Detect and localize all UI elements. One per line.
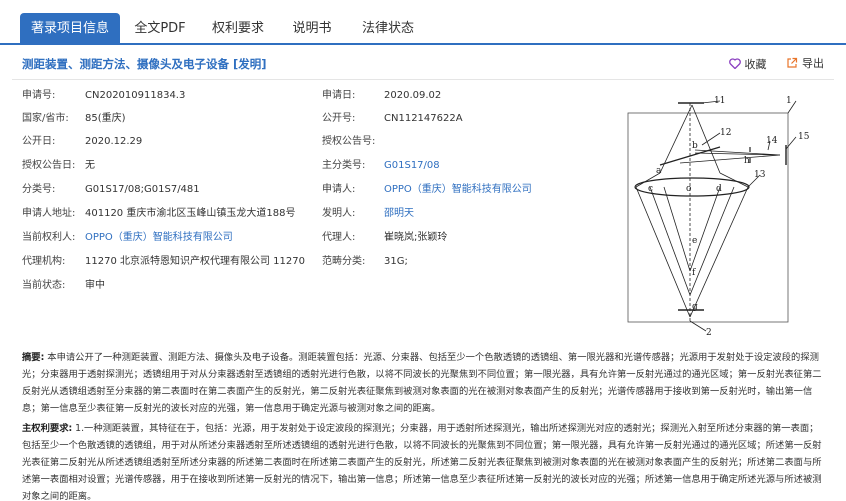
field-label: 授权公告号: (322, 136, 376, 147)
patent-title: 测距装置、测距方法、摄像头及电子设备 [发明] (22, 57, 267, 71)
tab-claims[interactable]: 权利要求 (200, 13, 276, 45)
figure-label: g (692, 302, 698, 312)
heart-icon (728, 58, 741, 69)
field-label: 当前状态: (22, 280, 66, 291)
field-label: 主分类号: (322, 160, 366, 171)
main-classification-link[interactable]: G01S17/08 (384, 156, 440, 176)
field-label: 公开日: (22, 136, 56, 147)
action-group: 收藏 导出 (713, 55, 824, 72)
abstract-text: 本申请公开了一种测距装置、测距方法、摄像头及电子设备。测距装置包括：光源、分束器… (22, 352, 822, 414)
figure-label: 12 (720, 128, 731, 138)
field-label: 国家/省市: (22, 113, 69, 124)
tab-bar: 著录项目信息 全文PDF 权利要求 说明书 法律状态 (0, 0, 846, 45)
tab-legal-status[interactable]: 法律状态 (350, 13, 426, 45)
figure-label: f (692, 268, 696, 278)
export-icon (787, 57, 798, 68)
field-label: 代理机构: (22, 256, 66, 267)
field-label: 当前权利人: (22, 232, 76, 243)
field-label: 申请日: (322, 90, 356, 101)
applicant-link[interactable]: OPPO（重庆）智能科技有限公司 (384, 180, 532, 200)
figure-label: b (692, 141, 698, 151)
main-claim-text: 1.一种测距装置，其特征在于，包括：光源，用于发射处于设定波段的探测光；分束器，… (22, 423, 822, 501)
field-value: 2020.12.29 (85, 136, 143, 147)
figure-label: 13 (754, 170, 766, 180)
field-value: 31G; (384, 256, 408, 267)
field-label: 分类号: (22, 184, 56, 195)
field-label: 申请人地址: (22, 208, 76, 219)
figure-label: 15 (798, 132, 810, 142)
field-value: 审中 (85, 280, 105, 291)
field-value: CN112147622A (384, 113, 463, 124)
field-label: 代理人: (322, 232, 356, 243)
figure-label: 2 (706, 328, 712, 338)
abstract-label: 摘要: (22, 352, 45, 363)
field-label: 公开号: (322, 113, 356, 124)
tab-fulltext-pdf[interactable]: 全文PDF (124, 13, 196, 45)
main-claim-label: 主权利要求: (22, 423, 73, 434)
abstract-paragraph: 摘要: 本申请公开了一种测距装置、测距方法、摄像头及电子设备。测距装置包括：光源… (22, 349, 826, 417)
favorite-button[interactable]: 收藏 (728, 56, 767, 72)
field-value: CN202010911834.3 (85, 90, 186, 101)
figure-label: 11 (714, 96, 725, 106)
field-value: 11270 北京派特恩知识产权代理有限公司 11270 (85, 256, 305, 267)
figure-label: c (648, 184, 653, 194)
field-label: 范畴分类: (322, 256, 366, 267)
abstract-section: 摘要: 本申请公开了一种测距装置、测距方法、摄像头及电子设备。测距装置包括：光源… (22, 349, 826, 501)
export-label: 导出 (802, 57, 824, 70)
main-claim-paragraph: 主权利要求: 1.一种测距装置，其特征在于，包括：光源，用于发射处于设定波段的探… (22, 420, 826, 501)
figure-label: e (692, 236, 697, 246)
field-value: 401120 重庆市渝北区玉峰山镇玉龙大道188号 (85, 208, 296, 219)
figure-label: 14 (766, 136, 778, 146)
inventor-link[interactable]: 邵明天 (384, 204, 414, 224)
current-owner-link[interactable]: OPPO（重庆）智能科技有限公司 (85, 228, 233, 248)
field-label: 授权公告日: (22, 160, 76, 171)
field-label: 申请号: (22, 90, 56, 101)
figure-label: h (744, 156, 750, 166)
figure-label: a (656, 166, 662, 176)
field-value: 2020.09.02 (384, 90, 442, 101)
field-label: 申请人: (322, 184, 356, 195)
field-value: G01S17/08;G01S7/481 (85, 184, 200, 195)
patent-drawing: 1 11 12 13 14 15 2 a b c d e f g h o (620, 95, 822, 339)
figure-label: o (686, 184, 691, 194)
field-value: 85(重庆) (85, 113, 126, 124)
favorite-label: 收藏 (744, 57, 767, 71)
tab-description[interactable]: 说明书 (280, 13, 344, 45)
field-value: 无 (85, 160, 95, 171)
title-bar: 测距装置、测距方法、摄像头及电子设备 [发明] 收藏 导出 (12, 46, 834, 80)
export-button[interactable]: 导出 (786, 55, 824, 71)
field-label: 发明人: (322, 208, 356, 219)
tab-bibliographic[interactable]: 著录项目信息 (20, 13, 120, 45)
figure-label: d (716, 184, 722, 194)
field-value: 崔晓岚;张颖玲 (384, 232, 448, 243)
figure-label: 1 (786, 96, 792, 106)
